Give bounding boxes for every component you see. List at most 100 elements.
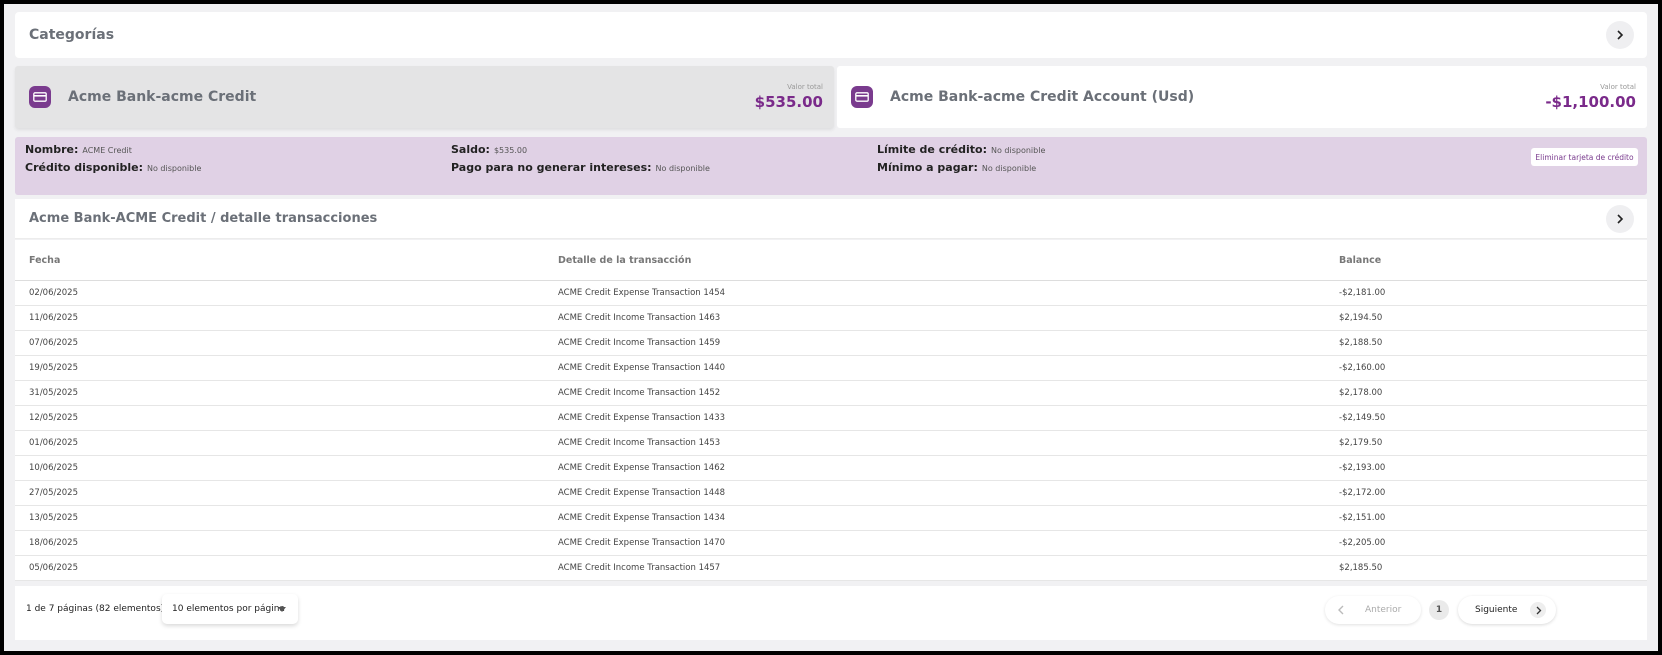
table-header-row: Fecha Detalle de la transacción Balance	[15, 240, 1647, 281]
previous-label: Anterior	[1365, 605, 1402, 615]
table-row[interactable]: 11/06/2025 ACME Credit Income Transaction…	[15, 306, 1647, 331]
table-row[interactable]: 18/06/2025 ACME Credit Expense Transactio…	[15, 531, 1647, 556]
cell-detalle: ACME Credit Expense Transaction 1448	[558, 488, 726, 498]
account-total-label: Valor total	[1600, 83, 1636, 91]
cell-detalle: ACME Credit Expense Transaction 1470	[558, 538, 726, 548]
detail-credito-disponible: Crédito disponible: No disponible	[25, 161, 201, 174]
detail-value: No disponible	[146, 164, 202, 173]
transactions-header: Acme Bank-ACME Credit / detalle transacc…	[15, 199, 1647, 239]
account-card-acme-credit-usd[interactable]: Acme Bank-acme Credit Account (Usd) Valo…	[837, 66, 1647, 128]
pagination-info: 1 de 7 páginas (82 elementos)	[26, 604, 165, 614]
next-label: Siguiente	[1475, 605, 1518, 615]
detail-minimo-pagar: Mínimo a pagar: No disponible	[877, 161, 1036, 174]
cell-balance: -$2,193.00	[1339, 463, 1386, 473]
cell-balance: $2,194.50	[1339, 313, 1383, 323]
account-total-value: $535.00	[754, 93, 823, 111]
caret-down-icon	[278, 607, 286, 612]
card-details-panel: Nombre: ACME Credit Crédito disponible: No…	[15, 137, 1647, 195]
detail-value: No disponible	[981, 164, 1037, 173]
page-size-select[interactable]: 10 elementos por página	[162, 594, 298, 624]
cell-fecha: 18/06/2025	[29, 538, 78, 548]
detail-saldo: Saldo: $535.00	[451, 143, 527, 156]
table-row[interactable]: 13/05/2025 ACME Credit Expense Transactio…	[15, 506, 1647, 531]
table-row[interactable]: 27/05/2025 ACME Credit Expense Transactio…	[15, 481, 1647, 506]
transactions-title: Acme Bank-ACME Credit / detalle transacc…	[29, 211, 378, 226]
cell-detalle: ACME Credit Expense Transaction 1440	[558, 363, 726, 373]
table-row[interactable]: 02/06/2025 ACME Credit Expense Transactio…	[15, 281, 1647, 306]
pagination-bar: 1 de 7 páginas (82 elementos) 10 element…	[15, 586, 1647, 640]
table-row[interactable]: 19/05/2025 ACME Credit Expense Transactio…	[15, 356, 1647, 381]
cell-detalle: ACME Credit Income Transaction 1452	[558, 388, 721, 398]
transactions-expand-button[interactable]	[1606, 204, 1634, 233]
cell-balance: $2,188.50	[1339, 338, 1383, 348]
column-header-fecha[interactable]: Fecha	[15, 255, 558, 266]
next-page-button[interactable]: Siguiente	[1458, 596, 1556, 624]
credit-card-icon	[29, 86, 51, 108]
cell-balance: -$2,151.00	[1339, 513, 1386, 523]
transactions-table: Fecha Detalle de la transacción Balance …	[15, 240, 1647, 581]
chevron-left-icon	[1338, 605, 1344, 615]
detail-value: ACME Credit	[82, 146, 132, 155]
page-size-value: 10 elementos por página	[172, 604, 285, 614]
cell-balance: -$2,205.00	[1339, 538, 1386, 548]
detail-pago-sin-intereses: Pago para no generar intereses: No dispon…	[451, 161, 710, 174]
account-card-acme-credit[interactable]: Acme Bank-acme Credit Valor total $535.0…	[15, 66, 834, 128]
credit-card-icon	[851, 86, 873, 108]
detail-limite-credito: Límite de crédito: No disponible	[877, 143, 1045, 156]
column-header-detalle[interactable]: Detalle de la transacción	[558, 255, 1339, 266]
cell-balance: $2,185.50	[1339, 563, 1383, 573]
cell-detalle: ACME Credit Expense Transaction 1434	[558, 513, 726, 523]
cell-fecha: 01/06/2025	[29, 438, 78, 448]
previous-page-button[interactable]: Anterior	[1325, 596, 1421, 624]
cell-fecha: 05/06/2025	[29, 563, 78, 573]
detail-label: Límite de crédito:	[877, 143, 987, 156]
cell-balance: -$2,181.00	[1339, 288, 1386, 298]
column-header-balance[interactable]: Balance	[1339, 255, 1647, 266]
chevron-right-icon	[1617, 30, 1624, 40]
table-row[interactable]: 07/06/2025 ACME Credit Income Transaction…	[15, 331, 1647, 356]
cell-balance: -$2,149.50	[1339, 413, 1386, 423]
categories-expand-button[interactable]	[1606, 21, 1634, 49]
detail-label: Saldo:	[451, 143, 490, 156]
account-name: Acme Bank-acme Credit Account (Usd)	[890, 89, 1195, 105]
detail-value: $535.00	[493, 146, 528, 155]
account-name: Acme Bank-acme Credit	[68, 89, 257, 105]
cell-detalle: ACME Credit Income Transaction 1453	[558, 438, 721, 448]
table-row[interactable]: 10/06/2025 ACME Credit Expense Transactio…	[15, 456, 1647, 481]
cell-fecha: 13/05/2025	[29, 513, 78, 523]
cell-detalle: ACME Credit Expense Transaction 1462	[558, 463, 726, 473]
app-frame: Categorías Acme Bank-acme Credit Valor t…	[4, 4, 1658, 651]
cell-detalle: ACME Credit Income Transaction 1457	[558, 563, 721, 573]
cell-balance: -$2,172.00	[1339, 488, 1386, 498]
table-row[interactable]: 05/06/2025 ACME Credit Income Transaction…	[15, 556, 1647, 581]
detail-value: No disponible	[991, 146, 1046, 155]
detail-label: Nombre:	[25, 143, 79, 156]
table-row[interactable]: 31/05/2025 ACME Credit Income Transaction…	[15, 381, 1647, 406]
detail-nombre: Nombre: ACME Credit	[25, 143, 132, 156]
cell-fecha: 19/05/2025	[29, 363, 78, 373]
cell-fecha: 07/06/2025	[29, 338, 78, 348]
detail-label: Pago para no generar intereses:	[451, 161, 652, 174]
categories-title: Categorías	[29, 27, 115, 43]
cell-detalle: ACME Credit Income Transaction 1459	[558, 338, 721, 348]
cell-fecha: 10/06/2025	[29, 463, 78, 473]
cell-fecha: 31/05/2025	[29, 388, 78, 398]
table-row[interactable]: 12/05/2025 ACME Credit Expense Transactio…	[15, 406, 1647, 431]
account-total-value: -$1,100.00	[1545, 93, 1636, 111]
categories-header: Categorías	[15, 12, 1647, 58]
delete-credit-card-button[interactable]: Eliminar tarjeta de crédito	[1531, 148, 1638, 166]
cell-detalle: ACME Credit Income Transaction 1463	[558, 313, 721, 323]
account-total-label: Valor total	[787, 83, 823, 91]
page-number-1[interactable]: 1	[1429, 600, 1449, 620]
detail-value: No disponible	[655, 164, 710, 173]
detail-label: Mínimo a pagar:	[877, 161, 978, 174]
cell-balance: $2,179.50	[1339, 438, 1383, 448]
cell-fecha: 12/05/2025	[29, 413, 78, 423]
cell-fecha: 11/06/2025	[29, 313, 78, 323]
cell-detalle: ACME Credit Expense Transaction 1454	[558, 288, 726, 298]
chevron-right-icon	[1530, 602, 1546, 618]
table-row[interactable]: 01/06/2025 ACME Credit Income Transaction…	[15, 431, 1647, 456]
cell-balance: $2,178.00	[1339, 388, 1383, 398]
cell-fecha: 27/05/2025	[29, 488, 78, 498]
cell-fecha: 02/06/2025	[29, 288, 78, 298]
